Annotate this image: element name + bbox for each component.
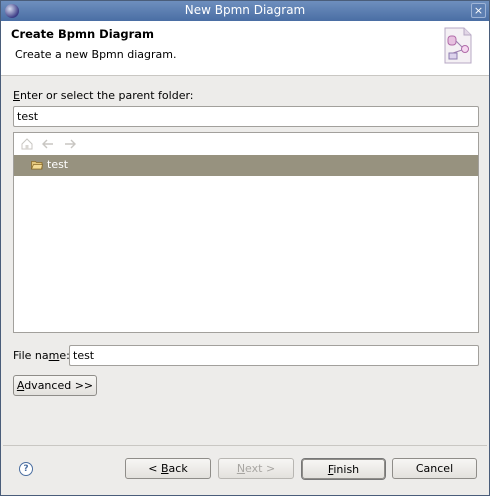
folder-open-icon — [31, 161, 43, 170]
help-icon[interactable]: ? — [19, 462, 33, 476]
page-title: Create Bpmn Diagram — [11, 27, 155, 41]
next-button[interactable]: Next > — [218, 458, 294, 479]
title-bar[interactable]: New Bpmn Diagram × — [1, 1, 489, 21]
forward-arrow-icon[interactable] — [63, 137, 77, 151]
parent-folder-label: Enter or select the parent folder: — [13, 89, 194, 102]
file-name-input[interactable]: test — [69, 345, 479, 366]
parent-folder-input[interactable]: test — [13, 106, 479, 127]
home-icon[interactable] — [20, 137, 34, 151]
cancel-button[interactable]: Cancel — [392, 458, 477, 479]
bpmn-wizard-icon — [444, 27, 472, 64]
folder-tree[interactable]: test — [13, 132, 479, 333]
advanced-button[interactable]: Advanced >> — [13, 375, 97, 396]
back-arrow-icon[interactable] — [41, 137, 55, 151]
close-icon[interactable]: × — [471, 3, 486, 18]
window-title: New Bpmn Diagram — [184, 3, 306, 17]
file-name-label: File name: — [13, 349, 70, 362]
wizard-dialog: New Bpmn Diagram × Create Bpmn Diagram C… — [0, 0, 490, 496]
tree-item-test[interactable]: test — [14, 155, 478, 176]
finish-button[interactable]: Finish — [302, 459, 385, 479]
tree-toolbar — [14, 133, 478, 155]
page-description: Create a new Bpmn diagram. — [15, 48, 177, 61]
tree-item-label: test — [47, 158, 69, 171]
wizard-header: Create Bpmn Diagram Create a new Bpmn di… — [1, 21, 489, 76]
back-button[interactable]: < Back — [125, 458, 211, 479]
footer-separator — [3, 445, 487, 446]
